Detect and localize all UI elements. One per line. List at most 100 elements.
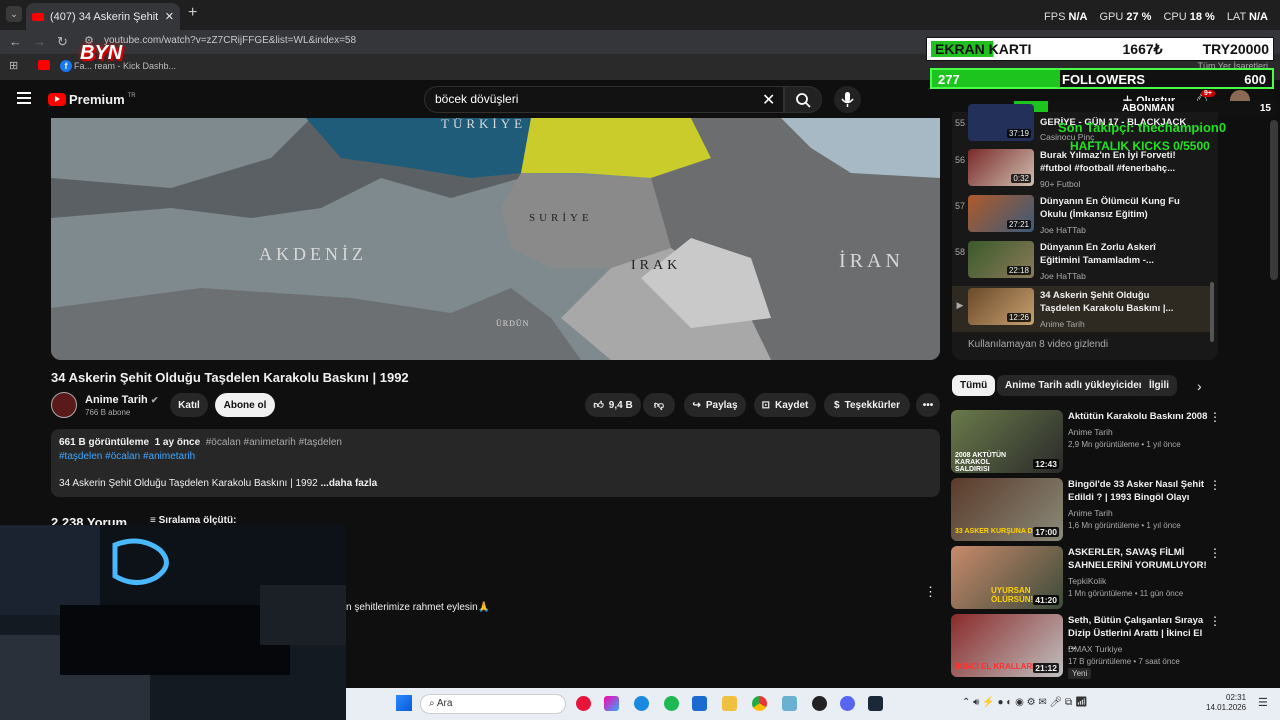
- reload-icon[interactable]: ↻: [57, 34, 68, 50]
- tab-search-button[interactable]: ⌄: [6, 6, 22, 22]
- page-scrollbar[interactable]: [1270, 120, 1278, 280]
- spotify-icon[interactable]: [664, 696, 679, 711]
- playlist-duration: 22:18: [1006, 266, 1031, 275]
- channel-avatar[interactable]: [51, 392, 77, 418]
- recommendation-thumbnail: İKİNCİ EL KRALLARI 21:12: [951, 614, 1063, 677]
- recommendation-item[interactable]: 33 ASKER KURŞUNA D... 17:00 Bingöl'de 33…: [951, 478, 1261, 542]
- thanks-button[interactable]: $ Teşekkürler: [824, 393, 910, 417]
- comment-text: n şehitlerimize rahmet eylesin🙏: [346, 602, 491, 613]
- recommendation-title: Bingöl'de 33 Asker Nasıl Şehit Edildi ? …: [1068, 479, 1205, 503]
- cpu-value: 18 %: [1189, 11, 1215, 23]
- recommendation-menu-icon[interactable]: ⋮: [1209, 478, 1221, 492]
- chip-all[interactable]: Tümü: [952, 375, 996, 396]
- share-button[interactable]: ↪ Paylaş: [684, 393, 746, 417]
- fps-label: FPS: [1044, 11, 1066, 23]
- clear-search-icon[interactable]: ✕: [762, 90, 775, 110]
- donation-goal-label: EKRAN KARTI: [931, 41, 1036, 57]
- playlist-thumbnail: 12:26: [968, 288, 1034, 325]
- forward-arrow-icon[interactable]: →: [33, 34, 46, 49]
- save-label: Kaydet: [775, 399, 809, 411]
- more-actions-button[interactable]: •••: [916, 393, 940, 417]
- share-label: Paylaş: [705, 399, 738, 411]
- url-field[interactable]: youtube.com/watch?v=zZ7CRijFFGE&list=WL&…: [104, 35, 356, 46]
- recommendation-duration: 21:12: [1033, 663, 1059, 673]
- recommendation-item[interactable]: 2008 AKTÜTÜN KARAKOL SALDIRISI 12:43 Akt…: [951, 410, 1261, 474]
- media-player-icon[interactable]: [576, 696, 591, 711]
- channel-name[interactable]: Anime Tarih ✔: [85, 394, 158, 406]
- gpu-value: 27 %: [1126, 11, 1152, 23]
- recommendation-item[interactable]: İKİNCİ EL KRALLARI 21:12 Seth, Bütün Çal…: [951, 614, 1261, 679]
- close-tab-icon[interactable]: ✕: [165, 10, 174, 23]
- webcam-overlay: [0, 525, 346, 720]
- playlist-index: 56: [954, 155, 965, 165]
- recommendation-menu-icon[interactable]: ⋮: [1209, 410, 1221, 424]
- taskbar-clock[interactable]: 02:31 14.01.2026: [1206, 693, 1246, 713]
- show-more-link[interactable]: ...daha fazla: [320, 478, 377, 489]
- facebook-bookmark-icon[interactable]: f: [60, 60, 72, 72]
- playlist-duration: 12:26: [1006, 313, 1031, 322]
- map-label-urdun: ÜRDÜN: [496, 319, 530, 328]
- settings-icon[interactable]: [782, 696, 797, 711]
- video-player[interactable]: TÜRKİYE SURİYE AKDENİZ IRAK İRAN ÜRDÜN: [51, 118, 940, 360]
- chrome-icon[interactable]: [752, 696, 767, 711]
- system-tray-icons[interactable]: ⌃ 🔊︎ ⚡ ● ◐ ◉ ⚙ ✉ 🎤︎ ⧉ 📶︎: [962, 697, 1088, 708]
- playlist-channel: Joe HaTTab: [1040, 225, 1086, 235]
- webcam-scene: [0, 525, 346, 720]
- discord-icon[interactable]: [840, 696, 855, 711]
- chips-next-icon[interactable]: ›: [1197, 378, 1202, 394]
- playlist-item[interactable]: 56 0:32 Burak Yılmaz'ın En İyi Forveti! …: [952, 149, 1210, 195]
- dislike-button[interactable]: 👎︎: [643, 393, 675, 417]
- microphone-icon: [841, 92, 854, 107]
- like-button[interactable]: 👍︎ 9,4 B: [585, 393, 641, 417]
- playlist-title: Dünyanın En Zorlu Askerî Eğitimini Tamam…: [1040, 242, 1156, 266]
- thumbnail-caption: 33 ASKER KURŞUNA D...: [955, 528, 1039, 535]
- playlist-scrollbar[interactable]: [1210, 282, 1214, 342]
- apps-grid-icon[interactable]: ⊞: [9, 59, 18, 72]
- playlist-item-current[interactable]: ▶ 12:26 34 Askerin Şehit Olduğu Taşdelen…: [952, 286, 1210, 332]
- donation-amount: 1667₺: [1122, 40, 1163, 57]
- hamburger-menu-icon[interactable]: [17, 92, 31, 104]
- taskbar-search-input[interactable]: ⌕ Ara: [420, 694, 566, 714]
- playlist-title: Dünyanın En Ölümcül Kung Fu Okulu (İmkan…: [1040, 196, 1180, 220]
- chip-from-uploader[interactable]: Anime Tarih adlı yükleyiciden: [997, 375, 1153, 396]
- followers-label: FOLLOWERS: [1062, 72, 1146, 87]
- windows-start-icon[interactable]: [396, 695, 412, 711]
- save-button[interactable]: ⊡ Kaydet: [754, 393, 816, 417]
- playlist-item[interactable]: 57 27:21 Dünyanın En Ölümcül Kung Fu Oku…: [952, 195, 1210, 241]
- chip-related[interactable]: İlgili: [1141, 375, 1177, 396]
- map-label-irak: IRAK: [631, 258, 682, 273]
- playlist-item[interactable]: 58 22:18 Dünyanın En Zorlu Askerî Eğitim…: [952, 241, 1210, 287]
- youtube-premium-logo[interactable]: Premium TR: [48, 92, 136, 107]
- new-badge: Yeni: [1068, 668, 1092, 679]
- voice-search-button[interactable]: [834, 86, 861, 113]
- like-count: 9,4 B: [608, 399, 633, 411]
- playlist-duration: 27:21: [1006, 220, 1031, 229]
- recommendation-menu-icon[interactable]: ⋮: [1209, 614, 1221, 628]
- playlist-thumbnail: 22:18: [968, 241, 1034, 278]
- copilot-icon[interactable]: [604, 696, 619, 711]
- gpu-donation-goal-overlay: EKRAN KARTI 1667₺ TRY20000: [926, 37, 1274, 61]
- browser-tab[interactable]: (407) 34 Askerin Şehit Olduğu T ✕: [26, 3, 180, 30]
- new-tab-button[interactable]: +: [188, 4, 197, 22]
- join-button[interactable]: Katıl: [170, 393, 208, 417]
- edge-icon[interactable]: [634, 696, 649, 711]
- recommendation-menu-icon[interactable]: ⋮: [1209, 546, 1221, 560]
- store-icon[interactable]: [692, 696, 707, 711]
- back-arrow-icon[interactable]: ←: [9, 34, 22, 49]
- notification-center-icon[interactable]: ☰: [1258, 696, 1268, 709]
- search-button[interactable]: [784, 86, 822, 113]
- followers-goal: 600: [1244, 72, 1266, 87]
- thumbnail-caption: 2008 AKTÜTÜN KARAKOL SALDIRISI: [955, 452, 1007, 473]
- file-explorer-icon[interactable]: [722, 696, 737, 711]
- recommendation-meta: 1,6 Mn görüntüleme • 1 yıl önce: [1068, 521, 1181, 530]
- steam-icon[interactable]: [868, 696, 883, 711]
- performance-overlay: FPS N/A GPU 27 % CPU 18 % LAT N/A: [1044, 11, 1268, 23]
- search-input[interactable]: böcek dövüşleri: [424, 86, 784, 113]
- region-code: TR: [127, 92, 136, 99]
- youtube-bookmark-icon[interactable]: [38, 60, 50, 70]
- recommendation-item[interactable]: UYURSAN ÖLÜRSÜN! 41:20 ASKERLER, SAVAŞ F…: [951, 546, 1261, 610]
- obs-icon[interactable]: [812, 696, 827, 711]
- hashtag-links[interactable]: #taşdelen #öcalan #animetarih: [59, 451, 195, 462]
- subscribe-button[interactable]: Abone ol: [215, 393, 275, 417]
- comment-menu-icon[interactable]: ⋮: [924, 584, 937, 600]
